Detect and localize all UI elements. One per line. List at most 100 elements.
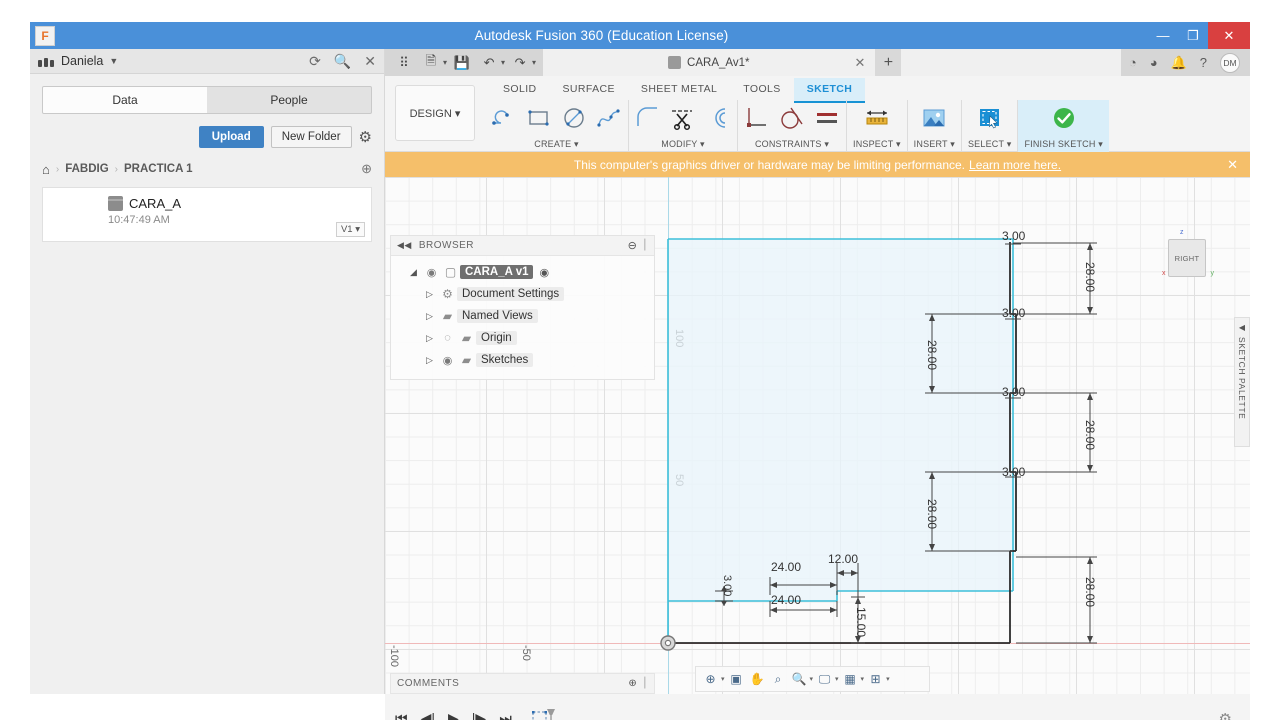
dim-3-00-b[interactable]: 3.00 [1002,306,1025,320]
visibility-eye-icon[interactable]: ◉ [438,354,457,367]
timeline-step-back-button[interactable]: ◀| [421,710,435,720]
expand-arrow-icon[interactable]: ▷ [421,355,438,366]
panel-select-label[interactable]: SELECT ▾ [968,139,1011,152]
tab-data[interactable]: Data [43,87,207,113]
avatar[interactable]: DM [1220,52,1240,73]
file-card[interactable]: CARA_A 10:47:49 AM V1 ▾ [42,187,372,242]
dim-3-00-c[interactable]: 3.00 [1002,385,1025,399]
dim-28-00-b[interactable]: 28.00 [925,340,939,370]
line-icon[interactable] [491,105,517,131]
comments-panel[interactable]: COMMENTS ⊕ ⎮ [390,673,655,694]
save-icon[interactable]: 💾 [450,52,474,74]
new-folder-button[interactable]: New Folder [270,126,352,148]
upload-button[interactable]: Upload [198,126,264,148]
dim-3-00-d[interactable]: 3.00 [1002,465,1025,479]
browser-minus-icon[interactable]: ⊖ [628,239,638,252]
maximize-button[interactable]: ❐ [1178,22,1208,49]
dim-28-00-d[interactable]: 28.00 [925,499,939,529]
file-caret-icon[interactable]: ▾ [443,58,447,67]
orbit-icon[interactable]: ⊕ [701,670,720,689]
activate-component-icon[interactable]: ◉ [539,266,549,279]
browser-row-named-views[interactable]: ▷ ▰ Named Views [391,305,654,327]
collapse-icon[interactable]: ◀◀ [397,240,412,251]
fillet-icon[interactable] [635,105,661,131]
help-icon[interactable]: ? [1200,55,1207,70]
globe-icon[interactable]: ⊕ [361,161,372,177]
offset-icon[interactable] [705,105,731,131]
zoom-caret-icon[interactable]: ▾ [810,675,814,683]
palette-collapse-icon[interactable]: ◀ [1239,323,1245,332]
banner-close-icon[interactable]: ✕ [1227,157,1238,173]
timeline-jump-end-button[interactable]: ⏭ [499,710,512,720]
new-tab-button[interactable]: + [875,49,902,76]
zoom-window-icon[interactable]: 🔍 [790,670,809,689]
undo-caret-icon[interactable]: ▾ [501,58,505,67]
app-grid-icon[interactable]: ⠿ [392,52,416,74]
panel-inspect-label[interactable]: INSPECT ▾ [853,139,901,152]
breadcrumb-item-fabdig[interactable]: FABDIG [65,163,108,175]
panel-modify-label[interactable]: MODIFY ▾ [661,139,704,152]
measure-icon[interactable] [864,105,890,131]
expand-arrow-icon[interactable]: ▷ [421,311,438,322]
timeline-settings-gear-icon[interactable]: ⚙ [1219,710,1232,720]
pan-icon[interactable]: ✋ [748,670,767,689]
timeline-step-forward-button[interactable]: |▶ [472,710,486,720]
grid-snap-icon[interactable]: ▦ [841,670,860,689]
sketch-origin-point[interactable] [660,635,676,651]
minimize-button[interactable]: — [1148,22,1178,49]
dim-12-00[interactable]: 12.00 [828,552,858,566]
file-version-badge[interactable]: V1 ▾ [335,222,365,237]
expand-arrow-icon[interactable]: ◢ [405,267,422,278]
dim-3-00-e[interactable]: 3.00 [721,575,733,596]
circle-icon[interactable] [561,105,587,131]
sketch-canvas[interactable]: 100 50 -50 -100 [385,177,1250,694]
timeline-sketch-feature-icon[interactable] [531,706,557,720]
viewports-caret-icon[interactable]: ▾ [886,675,890,683]
dim-28-00-e[interactable]: 28.00 [1083,577,1097,607]
panel-constraints-label[interactable]: CONSTRAINTS ▾ [755,139,829,152]
search-icon[interactable]: 🔍 [334,53,351,70]
dim-3-00-a[interactable]: 3.00 [1002,229,1025,243]
dim-28-00-c[interactable]: 28.00 [1083,420,1097,450]
timeline-jump-start-button[interactable]: ⏮ [395,710,408,720]
panel-create-label[interactable]: CREATE ▾ [534,139,578,152]
dim-24-00-b[interactable]: 24.00 [771,593,801,607]
redo-caret-icon[interactable]: ▾ [532,58,536,67]
document-tab-close-icon[interactable]: ✕ [854,55,865,71]
job-status-icon[interactable]: ◔ [1129,55,1137,70]
document-tab[interactable]: CARA_Av1* [668,56,749,69]
browser-row-origin[interactable]: ▷ ◌ ▰ Origin [391,327,654,349]
browser-grip-icon[interactable]: ⎮ [642,240,648,251]
grid-caret-icon[interactable]: ▾ [861,675,865,683]
visibility-eye-icon[interactable]: ◉ [422,266,441,279]
visibility-hidden-icon[interactable]: ◌ [438,332,457,344]
gear-icon[interactable]: ⚙ [359,128,372,146]
browser-row-sketches[interactable]: ▷ ◉ ▰ Sketches [391,349,654,371]
dim-15-00[interactable]: 15.00 [854,607,868,637]
add-comment-icon[interactable]: ⊕ [628,678,637,689]
rectangle-icon[interactable] [526,105,552,131]
finish-sketch-check-icon[interactable] [1051,105,1077,131]
view-cube[interactable]: z RIGHT y x [1162,229,1214,279]
sketch-palette-panel[interactable]: ◀ SKETCH PALETTE [1234,317,1250,447]
display-caret-icon[interactable]: ▾ [835,675,839,683]
notifications-icon[interactable]: 🔔 [1171,55,1187,71]
browser-row-document-settings[interactable]: ▷ ⚙ Document Settings [391,283,654,305]
banner-learn-more-link[interactable]: Learn more here. [969,158,1061,172]
comments-grip-icon[interactable]: ⎮ [642,678,648,689]
timeline-play-button[interactable]: ▶ [448,710,459,720]
tangent-constraint-icon[interactable] [779,105,805,131]
display-settings-icon[interactable]: 🖵 [815,670,834,689]
chevron-down-icon[interactable]: ▼ [109,56,118,66]
spline-icon[interactable] [596,105,622,131]
look-at-icon[interactable]: ▣ [727,670,746,689]
undo-icon[interactable]: ↶ [477,52,501,74]
dim-24-00-a[interactable]: 24.00 [771,560,801,574]
recent-icon[interactable]: ◕ [1150,55,1158,70]
redo-icon[interactable]: ↷ [508,52,532,74]
file-icon[interactable]: 🗎 [419,52,443,74]
dim-28-00-a[interactable]: 28.00 [1083,262,1097,292]
workspace-selector[interactable]: DESIGN ▾ [395,85,475,141]
home-icon[interactable]: ⌂ [42,162,50,177]
panel-finish-sketch-label[interactable]: FINISH SKETCH ▾ [1024,139,1103,152]
